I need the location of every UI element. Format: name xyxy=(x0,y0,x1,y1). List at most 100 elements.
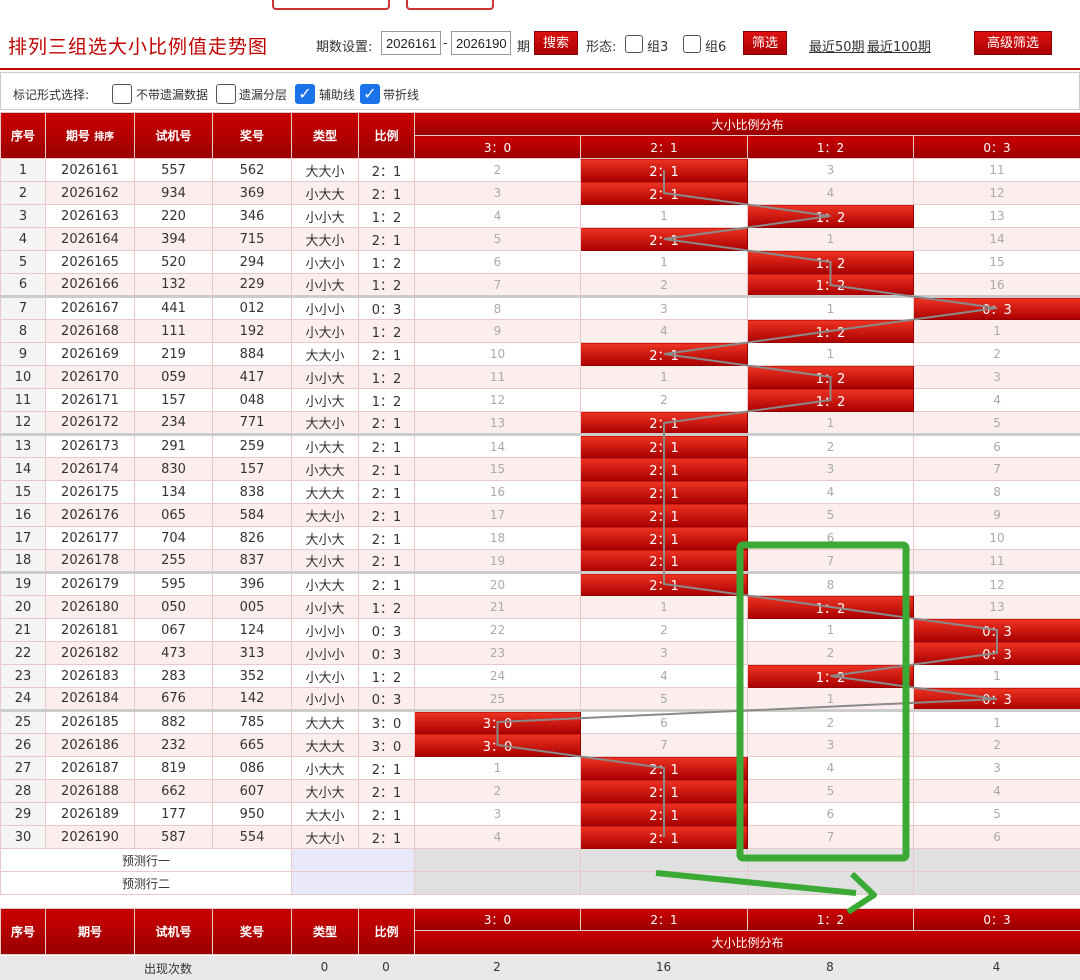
group6-checkbox[interactable] xyxy=(683,35,701,53)
prediction-dist-cell[interactable] xyxy=(414,848,581,872)
cell-ratio: 2：1 xyxy=(358,411,415,435)
missing-count-cell: 4 xyxy=(747,480,914,504)
cell-trial: 704 xyxy=(134,526,213,550)
cell-ratio: 1：2 xyxy=(358,664,415,688)
missing-count-cell: 14 xyxy=(414,433,581,458)
top-toolbar-strip xyxy=(0,0,1080,14)
col-issue-header[interactable]: 期号 排序 xyxy=(45,112,135,159)
foot-dist-col-1-2: 1：2 xyxy=(747,908,914,931)
filter-button[interactable]: 筛选 xyxy=(743,31,787,55)
missing-count-cell: 9 xyxy=(414,319,581,343)
hit-cell: 2：1 xyxy=(580,802,748,826)
cell-seq: 8 xyxy=(0,319,46,343)
no-missing-checkbox[interactable] xyxy=(112,84,132,104)
cell-trial: 255 xyxy=(134,549,213,573)
missing-count-cell: 10 xyxy=(414,342,581,366)
missing-count-cell: 12 xyxy=(414,388,581,412)
cell-trial: 291 xyxy=(134,433,213,458)
table-row: 15 2026175 134 838 大大大 2：1 16 2：1 4 8 xyxy=(0,480,1080,504)
stat-label: 出现次数 xyxy=(143,962,192,976)
cell-issue: 2026187 xyxy=(45,756,135,780)
cell-prize: 665 xyxy=(212,733,292,757)
missing-count-cell: 17 xyxy=(414,503,581,527)
cell-ratio: 3：0 xyxy=(358,709,415,734)
prediction-dist-cell[interactable] xyxy=(580,848,748,872)
hit-cell: 1：2 xyxy=(747,664,914,688)
missing-count-cell: 11 xyxy=(414,365,581,389)
hit-cell: 2：1 xyxy=(580,779,748,803)
col-prize-header: 奖号 xyxy=(212,112,292,159)
prediction-dist-cell[interactable] xyxy=(414,871,581,895)
cell-ratio: 0：3 xyxy=(358,687,415,711)
prediction-dist-cell[interactable] xyxy=(747,871,914,895)
table-row: 12 2026172 234 771 大大小 2：1 13 2：1 1 5 xyxy=(0,411,1080,435)
hit-cell: 2：1 xyxy=(580,480,748,504)
top-button-2[interactable] xyxy=(406,0,494,10)
polyline-label: 带折线 xyxy=(383,88,420,102)
missing-count-cell: 13 xyxy=(414,411,581,435)
stat-1-2: 8 xyxy=(826,960,834,974)
group3-checkbox[interactable] xyxy=(625,35,643,53)
table-row: 5 2026165 520 294 小大小 1：2 6 1 1：2 15 xyxy=(0,250,1080,274)
prediction-input-cell[interactable] xyxy=(291,871,415,895)
missing-count-cell: 14 xyxy=(912,227,1080,251)
search-button[interactable]: 搜索 xyxy=(534,31,578,55)
period-from-input[interactable] xyxy=(381,31,441,55)
prediction-dist-cell[interactable] xyxy=(912,871,1080,895)
cell-trial: 934 xyxy=(134,181,213,205)
prediction-dist-cell[interactable] xyxy=(747,848,914,872)
footer-header: 序号 期号 试机号 奖号 类型 比例 3：0 2：1 1：2 0：3 大小比例分… xyxy=(0,908,1080,955)
prediction-dist-cell[interactable] xyxy=(912,848,1080,872)
cell-ratio: 0：3 xyxy=(358,295,415,320)
cell-issue: 2026171 xyxy=(45,388,135,412)
table-row: 20 2026180 050 005 小小大 1：2 21 1 1：2 13 xyxy=(0,595,1080,619)
missing-count-cell: 1 xyxy=(580,250,748,274)
missing-count-cell: 6 xyxy=(580,709,748,734)
missing-layer-checkbox[interactable] xyxy=(216,84,236,104)
hit-cell: 2：1 xyxy=(580,526,748,550)
cell-ratio: 2：1 xyxy=(358,433,415,458)
prediction-dist-cell[interactable] xyxy=(580,871,748,895)
missing-count-cell: 1 xyxy=(747,227,914,251)
cell-type: 大大小 xyxy=(291,802,359,826)
cell-issue: 2026178 xyxy=(45,549,135,573)
missing-count-cell: 1 xyxy=(747,411,914,435)
prediction-input-cell[interactable] xyxy=(291,848,415,872)
cell-trial: 059 xyxy=(134,365,213,389)
cell-issue: 2026162 xyxy=(45,181,135,205)
cell-prize: 124 xyxy=(212,618,292,642)
cell-ratio: 1：2 xyxy=(358,204,415,228)
table-row: 30 2026190 587 554 大大小 2：1 4 2：1 7 6 xyxy=(0,825,1080,849)
missing-count-cell: 1 xyxy=(747,687,914,711)
sort-label[interactable]: 排序 xyxy=(94,132,114,143)
cell-type: 大大小 xyxy=(291,503,359,527)
recent100-link[interactable]: 最近100期 xyxy=(867,36,931,55)
foot-dist-col-3-0: 3：0 xyxy=(414,908,581,931)
missing-count-cell: 1 xyxy=(912,664,1080,688)
cell-issue: 2026189 xyxy=(45,802,135,826)
missing-count-cell: 6 xyxy=(912,433,1080,458)
cell-prize: 352 xyxy=(212,664,292,688)
table-row: 26 2026186 232 665 大大大 3：0 3：0 7 3 2 xyxy=(0,733,1080,757)
period-to-input[interactable] xyxy=(451,31,511,55)
table-row: 13 2026173 291 259 小大大 2：1 14 2：1 2 6 xyxy=(0,433,1080,458)
polyline-checkbox[interactable]: ✓ xyxy=(360,84,380,104)
cell-prize: 607 xyxy=(212,779,292,803)
table-row: 28 2026188 662 607 大小大 2：1 2 2：1 5 4 xyxy=(0,779,1080,803)
cell-type: 小大小 xyxy=(291,319,359,343)
missing-count-cell: 4 xyxy=(580,664,748,688)
missing-count-cell: 18 xyxy=(414,526,581,550)
advanced-filter-button[interactable]: 高级筛选 xyxy=(974,31,1052,55)
missing-count-cell: 4 xyxy=(912,779,1080,803)
missing-count-cell: 22 xyxy=(414,618,581,642)
cell-type: 大大小 xyxy=(291,158,359,182)
cell-seq: 7 xyxy=(0,295,46,320)
top-button-1[interactable] xyxy=(272,0,390,10)
guide-line-checkbox[interactable]: ✓ xyxy=(295,84,315,104)
cell-seq: 9 xyxy=(0,342,46,366)
table-row: 4 2026164 394 715 大大小 2：1 5 2：1 1 14 xyxy=(0,227,1080,251)
missing-count-cell: 3 xyxy=(580,641,748,665)
missing-count-cell: 6 xyxy=(747,802,914,826)
recent50-link[interactable]: 最近50期 xyxy=(809,36,865,55)
table-row: 3 2026163 220 346 小小大 1：2 4 1 1：2 13 xyxy=(0,204,1080,228)
